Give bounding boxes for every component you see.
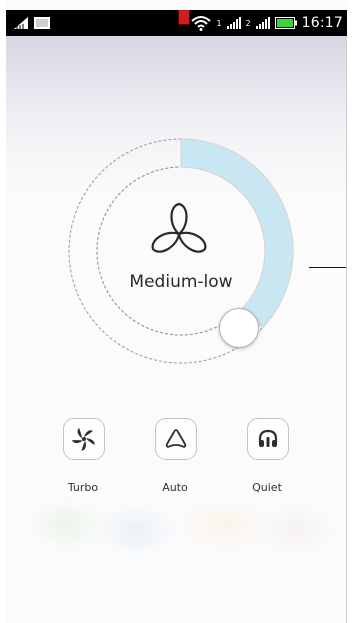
quiet-button-frame[interactable] — [247, 418, 289, 460]
quiet-label: Quiet — [252, 481, 282, 494]
auto-mode-button[interactable]: Auto — [141, 418, 211, 498]
turbo-fan-icon — [72, 427, 95, 451]
auto-button-frame[interactable] — [155, 418, 197, 460]
fan-control-screen: 1 2 16:17 Medium-low Turbo Auto Quiet — [0, 0, 352, 623]
fan-mode-title: Medium-low — [129, 272, 233, 292]
status-bar-left — [14, 15, 50, 31]
status-bar: 1 2 16:17 — [6, 10, 347, 36]
screenshot-icon — [34, 17, 50, 29]
quiet-mode-button[interactable]: Quiet — [233, 418, 303, 498]
turbo-mode-button[interactable]: Turbo — [49, 418, 119, 498]
status-time: 16:17 — [301, 15, 343, 31]
auto-label: Auto — [162, 481, 188, 494]
status-bar-right: 1 2 16:17 — [191, 13, 343, 33]
wifi-icon — [191, 16, 212, 31]
callout-line — [309, 267, 349, 268]
signal-sim2-icon — [255, 17, 270, 29]
auto-triangle-icon — [165, 429, 187, 448]
signal-sim1-label: 1 — [216, 18, 222, 28]
headphones-icon — [258, 429, 278, 447]
notification-tab — [178, 10, 190, 25]
right-bezel — [347, 0, 352, 623]
signal-sim1-icon — [226, 17, 241, 29]
turbo-button-frame[interactable] — [63, 418, 105, 460]
left-bezel — [0, 0, 6, 623]
battery-icon — [274, 17, 297, 29]
speed-slider-knob[interactable] — [219, 308, 259, 348]
turbo-label: Turbo — [67, 481, 99, 494]
notification-ruler-icon — [14, 17, 28, 29]
signal-sim2-label: 2 — [245, 18, 251, 28]
